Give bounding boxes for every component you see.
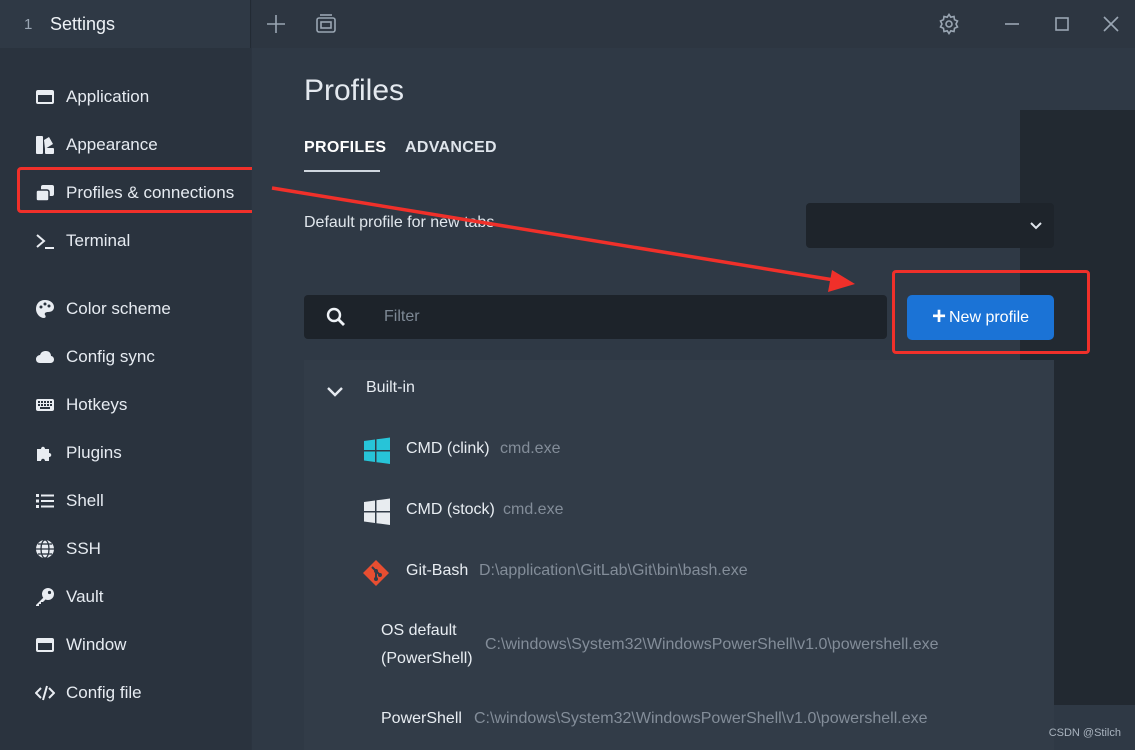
sidebar-item-label: Window — [66, 635, 127, 654]
sidebar-item-color-scheme[interactable]: Color scheme — [34, 294, 171, 324]
windows-icon — [364, 437, 390, 464]
sidebar-item-shell[interactable]: Shell — [34, 486, 104, 516]
sidebar-item-ssh[interactable]: SSH — [34, 534, 101, 564]
profile-name[interactable]: Git-Bash — [406, 562, 468, 580]
puzzle-icon — [34, 442, 56, 464]
sidebar-item-label: Config sync — [66, 347, 155, 366]
profile-command: D:\application\GitLab\Git\bin\bash.exe — [479, 562, 748, 579]
maximize-icon[interactable] — [1050, 12, 1074, 36]
cloud-icon — [34, 346, 56, 368]
profile-name[interactable]: CMD (clink) — [406, 440, 490, 458]
terminal-icon — [34, 230, 56, 252]
profile-command: cmd.exe — [500, 440, 561, 457]
sidebar-item-label: Color scheme — [66, 299, 171, 318]
sidebar-item-hotkeys[interactable]: Hotkeys — [34, 390, 127, 420]
git-icon — [363, 560, 389, 586]
sidebar-item-label: Shell — [66, 491, 104, 510]
tab-advanced[interactable]: ADVANCED — [405, 139, 497, 157]
sidebar-item-label: Plugins — [66, 443, 122, 462]
key-icon — [34, 586, 56, 608]
tabs-overview-icon[interactable] — [314, 12, 338, 36]
filter-bar — [304, 295, 887, 339]
settings-gear-icon[interactable] — [937, 12, 961, 36]
sidebar-item-label: Application — [66, 87, 150, 106]
code-icon — [34, 682, 56, 704]
profile-name[interactable]: PowerShell — [381, 710, 462, 728]
tab-profiles[interactable]: PROFILES — [304, 139, 386, 172]
sidebar-item-label: Hotkeys — [66, 395, 128, 414]
page-title: Profiles — [304, 74, 405, 107]
search-icon — [326, 307, 345, 326]
window-icon — [34, 634, 56, 656]
chevron-down-icon — [1030, 222, 1042, 230]
sidebar-item-vault[interactable]: Vault — [34, 582, 104, 612]
sidebar-item-label: Appearance — [66, 135, 158, 154]
highlight-box-new-profile — [892, 270, 1090, 354]
application-icon — [34, 86, 56, 108]
profile-name[interactable]: CMD (stock) — [406, 501, 495, 519]
filter-input[interactable] — [384, 305, 864, 329]
sidebar-item-config-sync[interactable]: Config sync — [34, 342, 155, 372]
profile-command: C:\windows\System32\WindowsPowerShell\v1… — [474, 710, 928, 727]
sidebar-item-appearance[interactable]: Appearance — [34, 130, 158, 160]
profile-name[interactable]: OS default — [381, 622, 457, 640]
tab-number: 1 — [24, 15, 33, 33]
default-profile-select[interactable] — [806, 203, 1054, 248]
window-tab[interactable]: 1 Settings — [0, 0, 251, 48]
builtin-group-panel — [304, 360, 1054, 750]
windows-icon — [364, 498, 390, 525]
sidebar-item-plugins[interactable]: Plugins — [34, 438, 122, 468]
sidebar-item-window[interactable]: Window — [34, 630, 126, 660]
chevron-down-icon[interactable] — [324, 380, 346, 402]
tab-title: Settings — [50, 13, 116, 34]
globe-icon — [34, 538, 56, 560]
sidebar-item-label: Config file — [66, 683, 142, 702]
profile-command: C:\windows\System32\WindowsPowerShell\v1… — [485, 636, 939, 653]
profile-command: cmd.exe — [503, 501, 564, 518]
sidebar-item-application[interactable]: Application — [34, 82, 149, 112]
sidebar-item-label: Terminal — [66, 231, 131, 250]
default-profile-label: Default profile for new tabs — [304, 214, 495, 231]
watermark: CSDN @Stilch — [1048, 727, 1121, 739]
appearance-icon — [34, 134, 56, 156]
minimize-icon[interactable] — [1000, 12, 1024, 36]
palette-icon — [34, 298, 56, 320]
sidebar-item-terminal[interactable]: Terminal — [34, 226, 130, 256]
keyboard-icon — [34, 394, 56, 416]
sidebar-item-label: SSH — [66, 539, 101, 558]
group-title: Built-in — [366, 379, 415, 396]
highlight-box-profiles — [17, 167, 265, 213]
sidebar-item-config-file[interactable]: Config file — [34, 678, 142, 708]
list-icon — [34, 490, 56, 512]
close-icon[interactable] — [1099, 12, 1123, 36]
sidebar-item-label: Vault — [66, 587, 104, 606]
new-tab-icon[interactable] — [264, 12, 288, 36]
profile-name-line2[interactable]: (PowerShell) — [381, 650, 473, 668]
